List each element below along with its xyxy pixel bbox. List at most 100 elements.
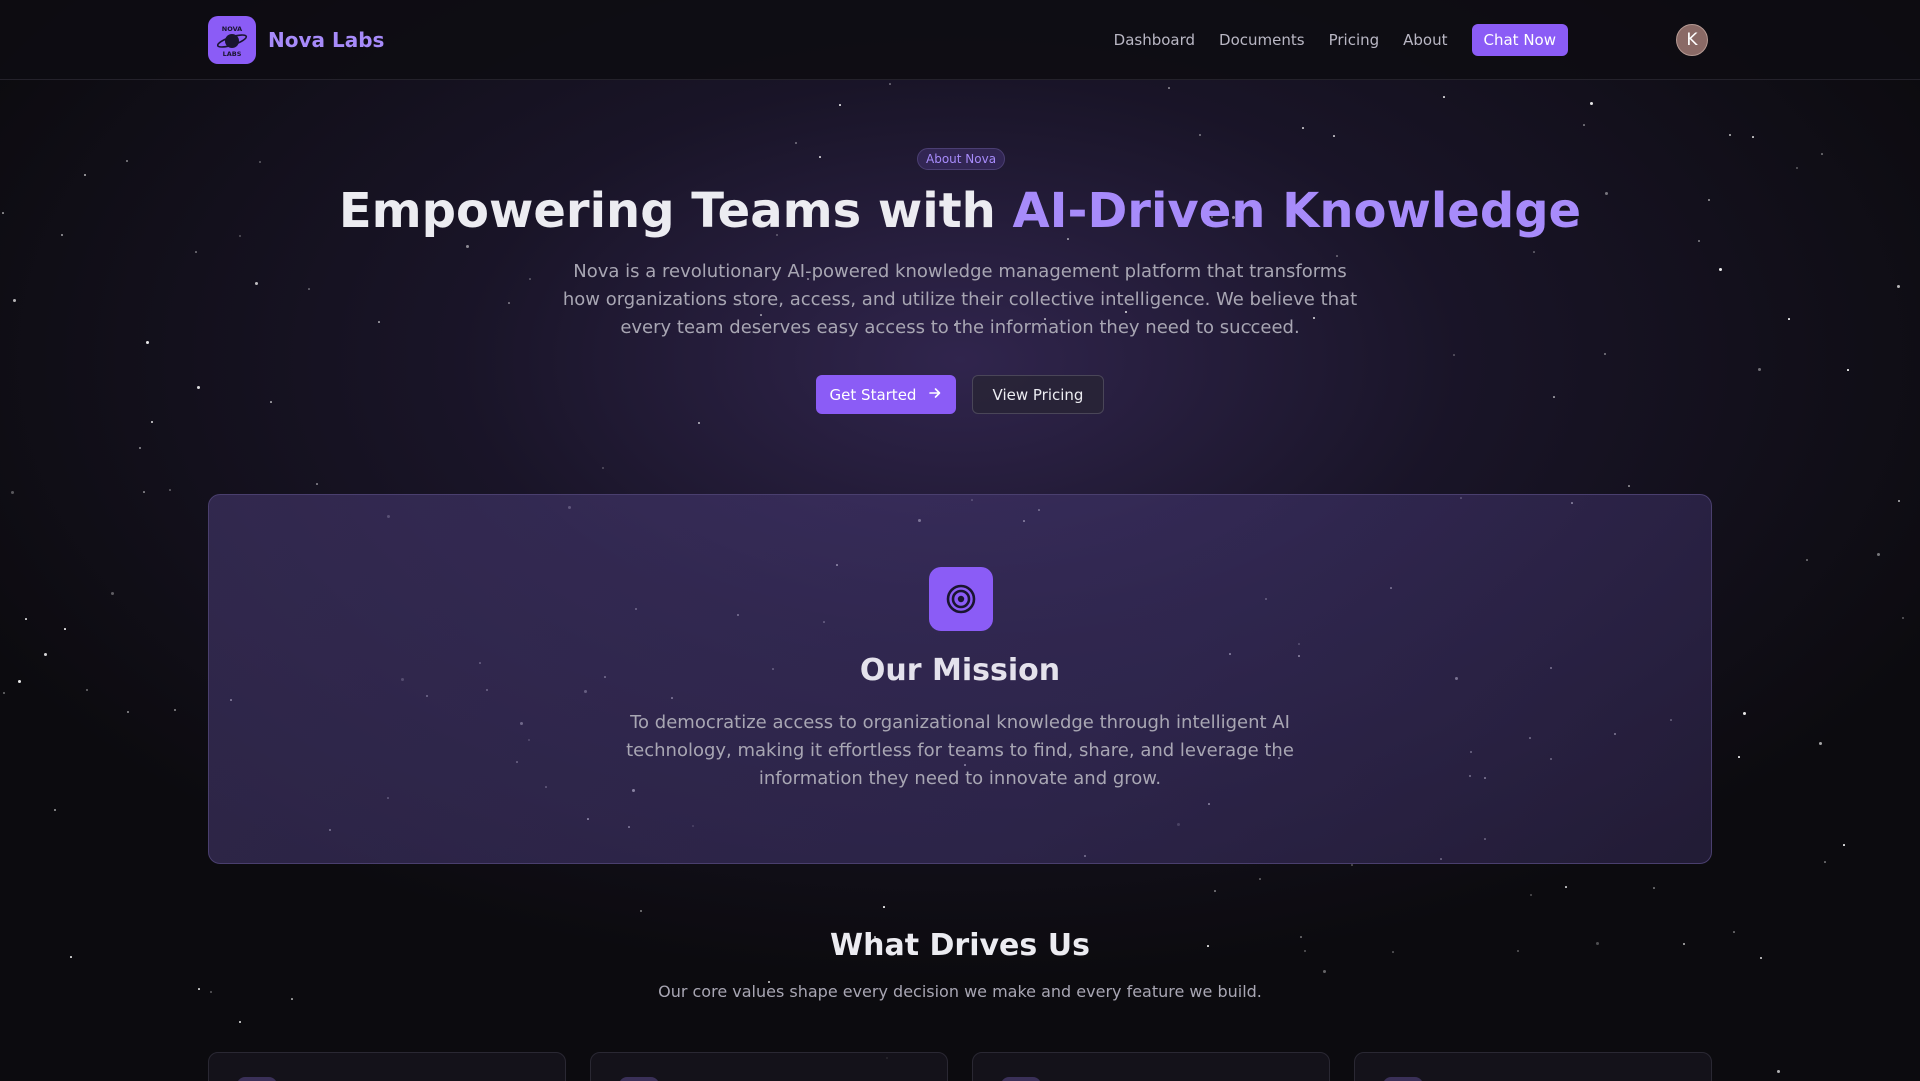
star-dot [1530,894,1532,896]
star-dot [259,161,261,163]
star-dot [1752,136,1754,138]
value-card[interactable] [590,1052,948,1081]
star-dot [1743,712,1746,715]
star-dot [1302,127,1304,129]
star-dot [1533,251,1535,253]
star-dot [1719,268,1722,271]
star-dot [1351,864,1353,866]
star-dot [146,341,149,344]
star-dot [1214,890,1216,892]
star-dot [883,906,885,908]
star-dot [1553,396,1555,398]
star-dot [169,489,171,491]
star-dot [86,689,88,691]
nav-link-documents[interactable]: Documents [1219,31,1305,49]
star-dot [795,142,797,144]
top-navbar: NOVA LABS Nova Labs Dashboard Documents … [0,0,1920,80]
brand-name[interactable]: Nova Labs [268,28,384,52]
star-dot [1259,878,1261,880]
star-dot [508,302,510,304]
star-dot [1843,844,1845,846]
star-dot [316,483,318,485]
star-dot [308,288,310,290]
star-dot [126,160,128,162]
star-dot [1777,1070,1780,1073]
mission-text: To democratize access to organizational … [626,712,1294,789]
star-dot [602,467,604,469]
planet-logo-icon[interactable]: NOVA LABS [208,16,256,64]
about-badge: About Nova [917,148,1006,170]
star-dot [1333,135,1335,137]
star-dot [378,321,380,323]
page-root: NOVA LABS Nova Labs Dashboard Documents … [0,0,1920,1081]
star-dot [139,447,141,449]
star-dot [1565,886,1567,888]
star-dot [239,1021,241,1023]
star-dot [111,592,114,595]
star-dot [151,421,153,423]
mission-title: Our Mission [859,653,1061,688]
star-dot [44,653,47,656]
nav-link-about[interactable]: About [1403,31,1447,49]
star-dot [143,491,145,493]
star-dot [1168,87,1170,89]
arrow-right-icon [928,386,942,404]
star-dot [255,282,258,285]
value-card[interactable] [972,1052,1330,1081]
star-dot [195,251,197,253]
star-dot [1583,124,1585,126]
star-dot [1898,500,1900,502]
star-dot [174,709,176,711]
star-dot [64,628,66,630]
target-icon [929,567,993,631]
hero-title: Empowering Teams with AI-Driven Knowledg… [0,176,1920,246]
star-dot [1806,559,1808,561]
nav-link-pricing[interactable]: Pricing [1329,31,1380,49]
nav-links: Dashboard Documents Pricing About Chat N… [1090,22,1568,58]
values-title: What Drives Us [830,928,1090,963]
hero-title-accent: AI-Driven Knowledge [1012,183,1582,239]
star-dot [1729,134,1731,136]
value-card[interactable] [1354,1052,1712,1081]
star-dot [13,299,16,302]
star-dot [54,809,56,811]
star-dot [889,83,891,85]
value-card[interactable] [208,1052,566,1081]
star-dot [698,422,700,424]
get-started-button[interactable]: Get Started [816,375,956,414]
star-dot [1819,742,1822,745]
star-dot [1199,134,1201,136]
star-dot [1796,167,1798,169]
star-dot [1336,255,1338,257]
star-dot [127,711,129,713]
svg-text:NOVA: NOVA [222,25,242,33]
star-dot [197,386,200,389]
star-dot [1824,861,1826,863]
hero-title-plain: Empowering Teams with [338,183,1013,239]
star-dot [1653,887,1655,889]
star-dot [1738,756,1740,758]
star-dot [3,692,5,694]
star-dot [529,278,531,280]
star-dot [1628,485,1630,487]
value-card-icon [1383,1077,1423,1081]
value-card-icon [1001,1077,1041,1081]
values-subtitle: Our core values shape every decision we … [658,982,1262,1001]
star-dot [819,156,821,158]
hero-description: Nova is a revolutionary AI-powered knowl… [562,261,1358,338]
star-dot [1453,354,1455,356]
value-card-icon [237,1077,277,1081]
star-dot [18,680,21,683]
svg-text:LABS: LABS [223,50,242,58]
star-dot [1758,368,1761,371]
view-pricing-button[interactable]: View Pricing [972,375,1104,414]
chat-now-button[interactable]: Chat Now [1471,24,1568,56]
nav-link-dashboard[interactable]: Dashboard [1114,31,1195,49]
user-avatar[interactable]: K [1676,24,1708,56]
star-dot [1897,285,1900,288]
star-dot [1902,617,1904,619]
value-card-icon [619,1077,659,1081]
star-dot [839,104,841,106]
brand[interactable]: NOVA LABS Nova Labs [208,16,384,64]
star-dot [1788,318,1790,320]
